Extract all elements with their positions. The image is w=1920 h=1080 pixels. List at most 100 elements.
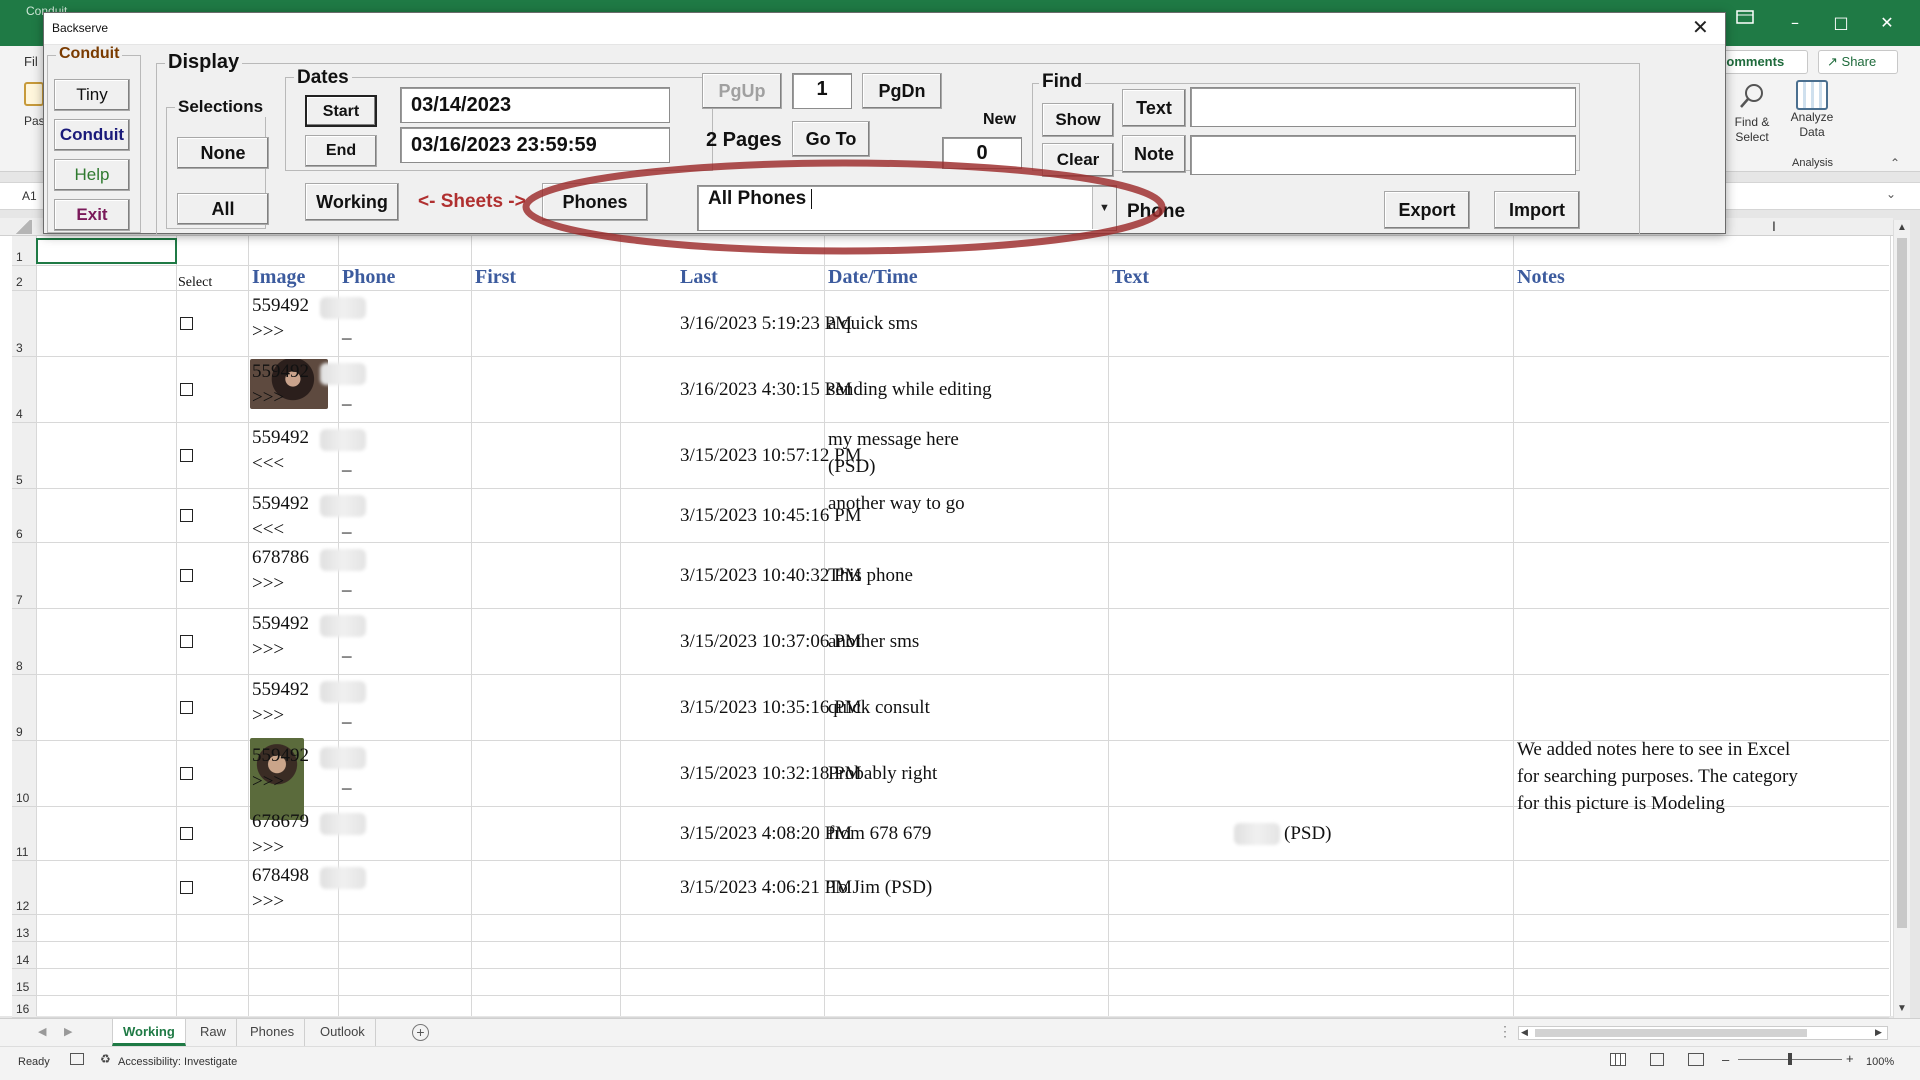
phone-number: 678679 [252, 811, 309, 832]
collapse-ribbon-icon[interactable]: ⌃ [1890, 156, 1900, 170]
pgup-button[interactable]: PgUp [702, 73, 782, 109]
add-sheet-icon[interactable]: + [412, 1024, 429, 1041]
export-button[interactable]: Export [1384, 191, 1470, 229]
working-button[interactable]: Working [305, 183, 399, 221]
conduit-button[interactable]: Conduit [54, 119, 130, 151]
zoom-in-icon[interactable]: + [1846, 1051, 1854, 1066]
row-header[interactable]: 6 [12, 489, 36, 543]
share-button[interactable]: ↗ Share [1818, 50, 1898, 74]
select-checkbox[interactable] [180, 767, 193, 780]
file-tab[interactable]: Fil [24, 54, 38, 69]
select-checkbox[interactable] [180, 827, 193, 840]
horizontal-scrollbar[interactable]: ◀ ▶ [1518, 1026, 1888, 1040]
hscroll-right-icon[interactable]: ▶ [1875, 1027, 1882, 1038]
active-cell-a1[interactable] [36, 238, 177, 264]
tiny-button[interactable]: Tiny [54, 79, 130, 111]
none-label: None [200, 143, 246, 163]
start-date-input[interactable]: 03/14/2023 [400, 87, 670, 123]
row-header[interactable]: 1 [12, 236, 36, 266]
row-header[interactable]: 15 [12, 969, 36, 996]
split-handle-icon[interactable]: ⋮ [1498, 1023, 1512, 1040]
worksheet-grid[interactable]: 1 2 3 4 5 6 7 8 9 10 11 12 13 14 15 16 Select Image Phone… [0, 236, 1900, 1018]
row-header[interactable]: 2 [12, 266, 36, 291]
minimize-icon[interactable]: – [1772, 0, 1818, 46]
exit-button[interactable]: Exit [54, 199, 130, 231]
tab-phones[interactable]: Phones [240, 1019, 306, 1046]
scroll-down-icon[interactable]: ▼ [1897, 1003, 1907, 1014]
row-header[interactable]: 8 [12, 609, 36, 675]
phone-number: 559492 [252, 295, 309, 316]
page-layout-icon[interactable] [1650, 1053, 1664, 1066]
grid-row-line [36, 265, 1889, 266]
select-checkbox[interactable] [180, 701, 193, 714]
all-button[interactable]: All [177, 193, 269, 225]
show-button[interactable]: Show [1042, 103, 1114, 137]
message-text: another way to go [828, 493, 965, 514]
scroll-thumb[interactable] [1897, 238, 1907, 928]
date-time: 3/15/2023 4:08:20 PM [680, 823, 853, 844]
select-checkbox[interactable] [180, 383, 193, 396]
zoom-slider-thumb[interactable] [1788, 1053, 1792, 1065]
find-select-label-1: Find & [1734, 115, 1770, 129]
help-button[interactable]: Help [54, 159, 130, 191]
page-number-input[interactable]: 1 [792, 73, 852, 109]
select-checkbox[interactable] [180, 449, 193, 462]
accessibility-icon[interactable]: ♻ [100, 1052, 111, 1066]
pgdn-button[interactable]: PgDn [862, 73, 942, 109]
row-header[interactable]: 16 [12, 996, 36, 1018]
tab-raw[interactable]: Raw [190, 1019, 238, 1046]
page-break-icon[interactable] [1688, 1053, 1704, 1066]
zoom-out-icon[interactable]: – [1722, 1052, 1729, 1067]
goto-button[interactable]: Go To [792, 121, 870, 157]
row-header[interactable]: 12 [12, 861, 36, 915]
tab-working[interactable]: Working [112, 1019, 186, 1046]
zoom-slider[interactable] [1738, 1053, 1842, 1065]
close-icon[interactable]: ✕ [1864, 0, 1910, 46]
form-close-icon[interactable]: ✕ [1692, 15, 1709, 39]
tab-scroll-left-icon[interactable]: ◀ [38, 1025, 46, 1038]
find-select-button[interactable]: Find & Select [1726, 82, 1778, 145]
select-checkbox[interactable] [180, 635, 193, 648]
macro-record-icon[interactable] [70, 1053, 84, 1065]
row-header[interactable]: 4 [12, 357, 36, 423]
row-header[interactable]: 10 [12, 741, 36, 807]
select-checkbox[interactable] [180, 881, 193, 894]
redacted-digits [320, 681, 366, 703]
help-label: Help [74, 165, 110, 184]
row-header[interactable]: 14 [12, 942, 36, 969]
row-header[interactable]: 13 [12, 915, 36, 942]
end-button[interactable]: End [305, 135, 377, 167]
maximize-icon[interactable]: □ [1818, 0, 1864, 46]
row-header[interactable]: 5 [12, 423, 36, 489]
find-text-input[interactable] [1190, 87, 1576, 127]
row-header[interactable]: 3 [12, 291, 36, 357]
column-header-text: Text [1112, 266, 1150, 288]
select-checkbox[interactable] [180, 509, 193, 522]
row-header[interactable]: 7 [12, 543, 36, 609]
hscroll-thumb[interactable] [1535, 1029, 1807, 1037]
name-box[interactable]: A1 [22, 189, 37, 203]
scroll-up-icon[interactable]: ▲ [1897, 222, 1907, 233]
accessibility-status[interactable]: Accessibility: Investigate [118, 1056, 237, 1068]
share-icon: ↗ [1827, 54, 1838, 69]
find-note-input[interactable] [1190, 135, 1576, 175]
tab-scroll-right-icon[interactable]: ▶ [64, 1025, 72, 1038]
working-label: Working [316, 192, 388, 212]
start-button[interactable]: Start [305, 95, 377, 127]
expand-formula-icon[interactable]: ⌄ [1886, 187, 1896, 201]
hscroll-left-icon[interactable]: ◀ [1521, 1027, 1528, 1038]
vertical-scrollbar[interactable]: ▲ ▼ [1893, 220, 1910, 1020]
select-checkbox[interactable] [180, 569, 193, 582]
none-button[interactable]: None [177, 137, 269, 169]
ribbon-display-icon[interactable] [1736, 10, 1754, 24]
import-button[interactable]: Import [1494, 191, 1580, 229]
select-all-corner[interactable] [14, 220, 32, 234]
row-header[interactable]: 9 [12, 675, 36, 741]
tab-outlook[interactable]: Outlook [310, 1019, 376, 1046]
select-checkbox[interactable] [180, 317, 193, 330]
zoom-level[interactable]: 100% [1866, 1056, 1894, 1068]
analyze-data-button[interactable]: Analyze Data [1786, 80, 1838, 140]
row-header[interactable]: 11 [12, 807, 36, 861]
normal-view-icon[interactable] [1610, 1053, 1626, 1066]
note-text: for this picture is Modeling [1517, 793, 1725, 814]
